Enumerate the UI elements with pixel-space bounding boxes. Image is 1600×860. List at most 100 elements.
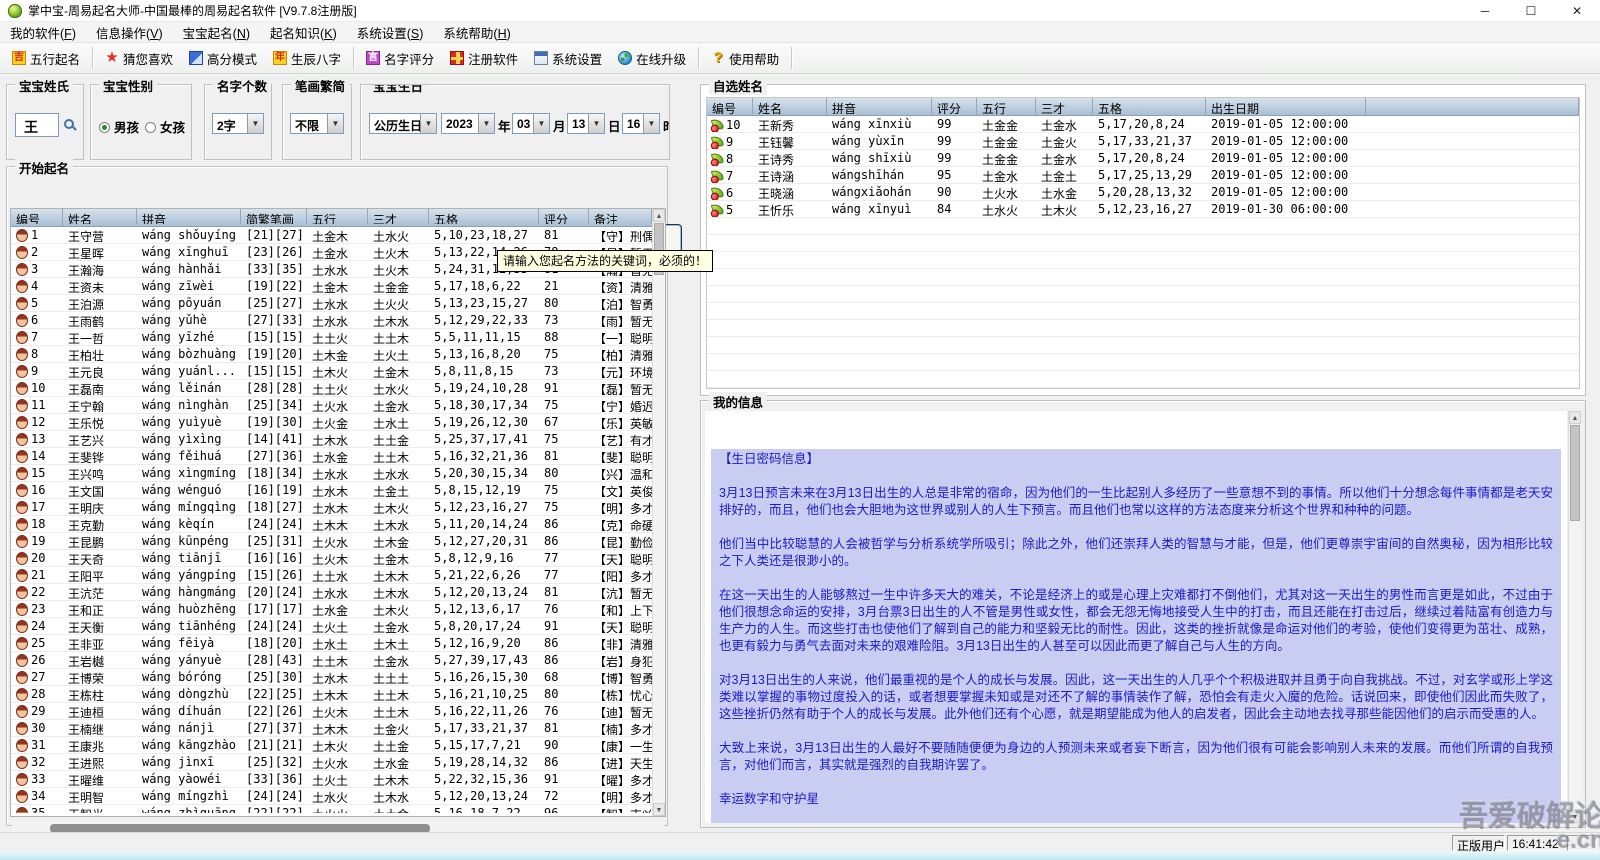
table-row[interactable]: 16王文国wáng wénguó[16][19]土水木土金土5,8,15,12,… <box>11 482 652 499</box>
day-select[interactable]: 13▼ <box>567 113 605 134</box>
table-row[interactable]: 9王元良wáng yuánl...[15][15]土木火土金木5,8,11,8,… <box>11 363 652 380</box>
table-row[interactable]: 5王忻乐wáng xīnyuì84土水火土木火5,12,23,16,272019… <box>707 201 1579 218</box>
gender-female-radio[interactable] <box>145 118 156 136</box>
column-header[interactable]: 五行 <box>977 98 1036 115</box>
table-row[interactable]: 7王诗涵wángshīhán95土金水土金土5,17,25,13,292019-… <box>707 167 1579 184</box>
surname-input[interactable]: 王 <box>15 113 59 137</box>
table-row[interactable]: 12王乐悦wáng yuìyuè[19][30]土火金土水土5,19,26,12… <box>11 414 652 431</box>
results-vertical-scrollbar[interactable]: ▲ ▼ <box>652 209 665 816</box>
table-row[interactable]: 9王钰馨wáng yùxīn99土金金土金火5,17,33,21,372019-… <box>707 133 1579 150</box>
column-header[interactable]: 姓名 <box>753 98 827 115</box>
toolbar-button-系统设置[interactable]: 系统设置 <box>526 45 610 72</box>
toolbar-button-生辰八字[interactable]: 年生辰八字 <box>265 45 349 72</box>
column-header[interactable]: 拼音 <box>827 98 932 115</box>
column-header[interactable]: 评分 <box>932 98 977 115</box>
toolbar-button-注册软件[interactable]: 注册软件 <box>442 45 526 72</box>
my-info-text-area[interactable]: 【生日密码信息】3月13日预言未来在3月13日出生的人总是非常的宿命，因为他们的… <box>705 411 1567 823</box>
table-row[interactable]: 13王艺兴wáng yìxìng[14][41]土木水土土金5,25,37,17… <box>11 431 652 448</box>
toolbar-button-在线升级[interactable]: 在线升级 <box>610 45 694 72</box>
column-header[interactable]: 五格 <box>1093 98 1206 115</box>
chevron-down-icon[interactable]: ▼ <box>643 114 659 133</box>
year-select[interactable]: 2023▼ <box>441 113 495 134</box>
column-header[interactable]: 五行 <box>307 209 368 224</box>
chevron-down-icon[interactable]: ▼ <box>478 114 494 133</box>
scrollbar-thumb[interactable] <box>1570 425 1580 521</box>
table-row[interactable]: 8王诗秀wáng shīxiù99土金金土金水5,17,20,8,242019-… <box>707 150 1579 167</box>
menu-item[interactable]: 起名知识(K) <box>260 21 347 44</box>
table-row[interactable]: 31王康兆wáng kāngzhào[21][21]土木火土土金5,15,17,… <box>11 737 652 754</box>
search-icon[interactable] <box>64 119 74 129</box>
column-header[interactable]: 拼音 <box>137 209 241 224</box>
table-row[interactable]: 33王曜维wáng yàowéi[33][36]土火土土木木5,22,32,15… <box>11 771 652 788</box>
scroll-down-icon[interactable]: ▼ <box>653 803 665 816</box>
table-row[interactable]: 14王斐铧wáng fěihuá[27][36]土水金土土木5,16,32,21… <box>11 448 652 465</box>
table-row[interactable]: 6王雨鹤wáng yǔhè[27][33]土水水土木水5,12,29,22,33… <box>11 312 652 329</box>
column-header[interactable]: 评分 <box>539 209 589 224</box>
chevron-down-icon[interactable]: ▼ <box>533 114 549 133</box>
scroll-down-icon[interactable]: ▼ <box>1569 810 1581 823</box>
table-row[interactable]: 21王阳平wáng yángpíng[15][26]土土水土木木5,21,22,… <box>11 567 652 584</box>
column-header[interactable]: 三才 <box>1036 98 1093 115</box>
table-row[interactable]: 18王克勤wáng kèqín[24][24]土木木土木水5,11,20,14,… <box>11 516 652 533</box>
toolbar-button-五行起名[interactable]: 吉五行起名 <box>4 45 88 72</box>
column-header[interactable]: 备注 <box>589 209 652 224</box>
month-select[interactable]: 03▼ <box>512 113 550 134</box>
table-row[interactable]: 28王栋柱wáng dòngzhù[22][25]土木木土土木5,16,21,1… <box>11 686 652 703</box>
scroll-up-icon[interactable]: ▲ <box>1569 411 1581 424</box>
column-header[interactable]: 姓名 <box>63 209 137 224</box>
name-count-select[interactable]: 2字▼ <box>212 113 264 134</box>
toolbar-button-使用帮助[interactable]: ?使用帮助 <box>703 45 787 72</box>
table-row[interactable]: 6王晓涵wángxiǎohán90土火水土水金5,20,28,13,322019… <box>707 184 1579 201</box>
column-header[interactable]: 编号 <box>707 98 753 115</box>
table-row[interactable]: 25王非亚wáng fēiyà[18][20]土水土土木土5,12,16,9,2… <box>11 635 652 652</box>
table-row[interactable]: 7王一哲wáng yīzhé[15][15]土土火土土木5,5,11,11,15… <box>11 329 652 346</box>
close-button[interactable]: ✕ <box>1554 0 1600 22</box>
table-row[interactable]: 1王守营wáng shǒuyíng[21][27]土金木土水火5,10,23,1… <box>11 227 652 244</box>
menu-item[interactable]: 系统帮助(H) <box>433 21 520 44</box>
table-row[interactable]: 10王磊南wáng lěinán[28][28]土土火土水火5,19,24,10… <box>11 380 652 397</box>
table-row[interactable]: 8王柏壮wáng bòzhuàng[19][20]土木金土火土5,13,16,8… <box>11 346 652 363</box>
table-row[interactable]: 20王天奇wáng tiānjī[16][16]土火木土金木5,8,12,9,1… <box>11 550 652 567</box>
minimize-button[interactable]: ─ <box>1462 0 1508 22</box>
gender-male-label[interactable]: 男孩 <box>114 117 139 136</box>
scroll-up-icon[interactable]: ▲ <box>653 209 665 222</box>
table-row[interactable]: 23王和正wáng huòzhēng[17][17]土水金土木火5,12,13,… <box>11 601 652 618</box>
table-row[interactable]: 5王泊源wáng pōyuán[25][27]土水水土火火5,13,23,15,… <box>11 295 652 312</box>
menu-item[interactable]: 宝宝起名(N) <box>173 21 260 44</box>
menu-item[interactable]: 我的软件(F) <box>0 21 86 44</box>
strokes-select[interactable]: 不限▼ <box>290 113 344 134</box>
menu-item[interactable]: 信息操作(V) <box>86 21 173 44</box>
gender-female-label[interactable]: 女孩 <box>160 117 185 136</box>
table-row[interactable]: 26王岩樾wáng yányuè[28][43]土土木土金水5,27,39,17… <box>11 652 652 669</box>
chevron-down-icon[interactable]: ▼ <box>247 114 263 133</box>
toolbar-button-名字评分[interactable]: 言名字评分 <box>358 45 442 72</box>
table-row[interactable]: 29王迪桓wáng díhuán[22][26]土火木土土木5,16,22,11… <box>11 703 652 720</box>
chevron-down-icon[interactable]: ▼ <box>420 114 436 133</box>
table-row[interactable]: 11王宁翰wáng nìnghàn[25][34]土火水土金水5,18,30,1… <box>11 397 652 414</box>
hour-select[interactable]: 16▼ <box>622 113 660 134</box>
column-header[interactable]: 三才 <box>368 209 429 224</box>
table-row[interactable]: 27王博荣wáng bóróng[25][30]土水木土土土5,16,26,15… <box>11 669 652 686</box>
column-header[interactable]: 出生日期 <box>1206 98 1366 115</box>
table-row[interactable]: 24王天衡wáng tiānhéng[24][24]土火土土金水5,8,20,1… <box>11 618 652 635</box>
column-header[interactable]: 五格 <box>429 209 539 224</box>
toolbar-button-猜您喜欢[interactable]: ★猜您喜欢 <box>97 45 181 72</box>
chevron-down-icon[interactable]: ▼ <box>588 114 604 133</box>
table-row[interactable]: 4王资未wáng zīwèi[19][22]土金木土金金5,17,18,6,22… <box>11 278 652 295</box>
table-row[interactable]: 34王明智wáng míngzhì[24][24]土水火土木水5,12,20,1… <box>11 788 652 805</box>
gender-male-radio[interactable] <box>99 118 110 136</box>
calendar-type-select[interactable]: 公历生日▼ <box>369 113 437 134</box>
chevron-down-icon[interactable]: ▼ <box>327 114 343 133</box>
table-row[interactable]: 19王昆鹏wáng kūnpéng[25][31]土火水土木金5,12,27,2… <box>11 533 652 550</box>
toolbar-button-高分模式[interactable]: 高分模式 <box>181 45 265 72</box>
table-row[interactable]: 32王进熙wáng jìnxī[25][32]土火水土水金5,19,28,14,… <box>11 754 652 771</box>
table-row[interactable]: 22王沆茫wáng hàngmáng[20][24]土水水土木水5,12,20,… <box>11 584 652 601</box>
table-row[interactable]: 35王智光wáng zhìguāng[22][22]土火火土土金5,16,18,… <box>11 805 652 813</box>
column-header[interactable]: 简繁笔画 <box>241 209 307 224</box>
table-row[interactable]: 10王新秀wáng xīnxiù99土金金土金水5,17,20,8,242019… <box>707 116 1579 133</box>
table-row[interactable]: 30王楠继wáng nánjì[27][37]土木木土金火5,17,33,21,… <box>11 720 652 737</box>
menu-item[interactable]: 系统设置(S) <box>347 21 434 44</box>
column-header[interactable]: 编号 <box>11 209 63 224</box>
maximize-button[interactable]: ☐ <box>1508 0 1554 22</box>
table-row[interactable]: 15王兴鸣wáng xìngmíng[18][34]土水水土水水5,20,30,… <box>11 465 652 482</box>
